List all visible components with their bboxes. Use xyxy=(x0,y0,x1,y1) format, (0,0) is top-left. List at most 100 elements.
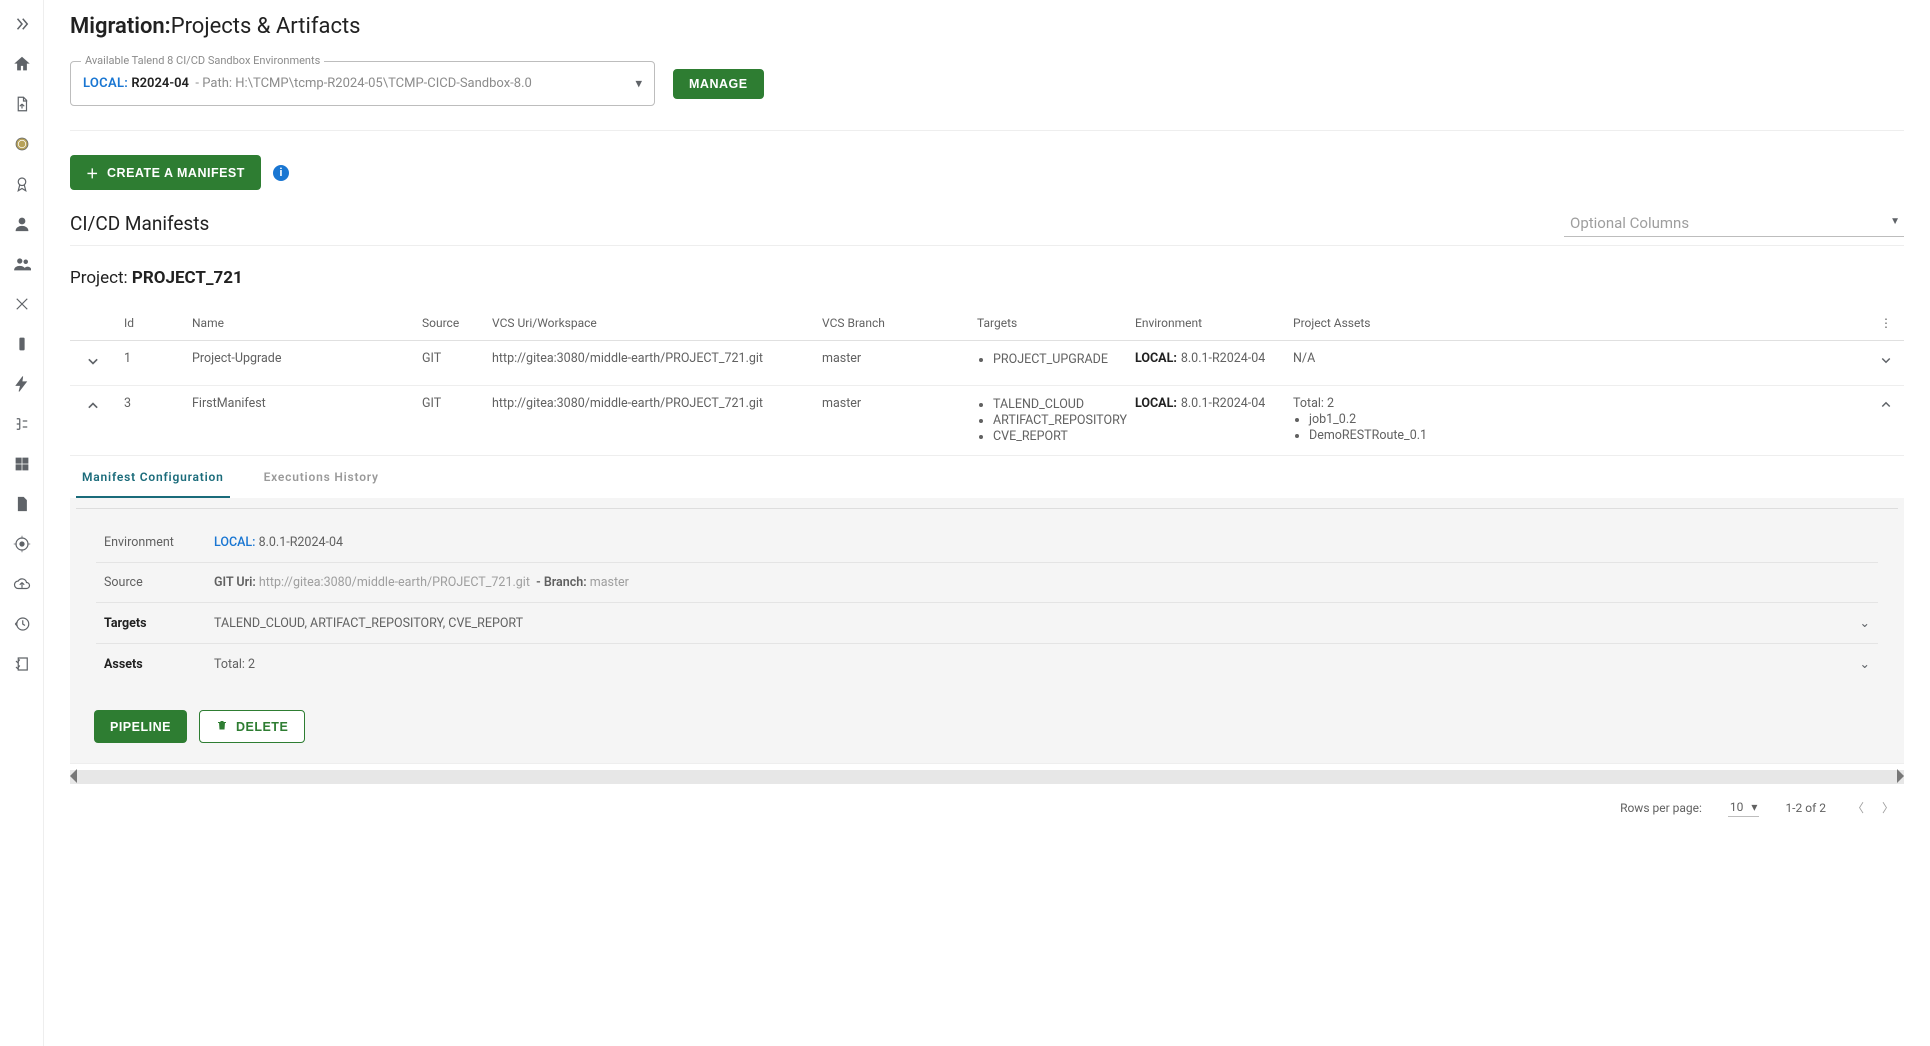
rows-per-page-select[interactable]: 10 ▾ xyxy=(1728,798,1760,817)
col-id[interactable]: Id xyxy=(116,306,184,341)
chevron-down-icon xyxy=(83,351,103,371)
row-collapse-arrow[interactable] xyxy=(1868,386,1904,456)
manifests-table: Id Name Source VCS Uri/Workspace VCS Bra… xyxy=(70,306,1904,764)
col-assets[interactable]: Project Assets xyxy=(1285,306,1868,341)
detail-label: Targets xyxy=(104,616,214,631)
expand-toggle[interactable] xyxy=(70,341,116,386)
page-title: Migration:Projects & Artifacts xyxy=(70,14,1904,39)
col-source[interactable]: Source xyxy=(414,306,484,341)
users-icon xyxy=(13,255,31,273)
prev-page-button[interactable]: 〈 xyxy=(1852,799,1864,816)
environment-selector[interactable]: Available Talend 8 CI/CD Sandbox Environ… xyxy=(70,61,655,106)
detail-rows: Environment LOCAL: 8.0.1-R2024-04 Source… xyxy=(76,508,1898,690)
cell-assets: Total: 2 job1_0.2 DemoRESTRoute_0.1 xyxy=(1285,386,1868,456)
chevron-up-icon xyxy=(1877,396,1895,414)
horizontal-scrollbar[interactable] xyxy=(70,770,1904,784)
project-id: PROJECT_721 xyxy=(132,268,243,288)
main-content: Migration:Projects & Artifacts Available… xyxy=(44,0,1930,1046)
pipeline-button[interactable]: Pipeline xyxy=(94,710,187,743)
create-manifest-row: ＋ Create a Manifest i xyxy=(70,141,1904,190)
cell-targets: PROJECT_UPGRADE xyxy=(969,341,1127,386)
detail-value: Total: 2 xyxy=(214,657,1860,672)
clock-icon xyxy=(13,615,31,633)
delete-button[interactable]: Delete xyxy=(199,710,305,743)
trash-icon xyxy=(216,719,228,734)
expanded-panel: Manifest Configuration Executions Histor… xyxy=(70,456,1904,764)
page-range: 1-2 of 2 xyxy=(1785,801,1826,815)
detail-actions: Pipeline Delete xyxy=(70,690,1904,763)
sidebar-coin[interactable] xyxy=(8,130,36,158)
col-name[interactable]: Name xyxy=(184,306,414,341)
asset-item: job1_0.2 xyxy=(1309,412,1860,427)
col-targets[interactable]: Targets xyxy=(969,306,1127,341)
cell-name: FirstManifest xyxy=(184,386,414,456)
award-icon xyxy=(13,175,31,193)
col-vcs-uri[interactable]: VCS Uri/Workspace xyxy=(484,306,814,341)
sidebar-home[interactable] xyxy=(8,50,36,78)
grid-icon xyxy=(13,455,31,473)
manifests-header: CI/CD Manifests Optional Columns ▼ xyxy=(70,210,1904,246)
sidebar-target[interactable] xyxy=(8,530,36,558)
file-icon xyxy=(13,495,31,513)
cell-targets: TALEND_CLOUD ARTIFACT_REPOSITORY CVE_REP… xyxy=(969,386,1127,456)
env-local-label: LOCAL: xyxy=(83,76,128,91)
sidebar-toggle[interactable] xyxy=(8,10,36,38)
sidebar-user[interactable] xyxy=(8,210,36,238)
tab-executions-history[interactable]: Executions History xyxy=(258,456,385,498)
manifests-table-wrap: Id Name Source VCS Uri/Workspace VCS Bra… xyxy=(70,306,1904,784)
cell-id: 3 xyxy=(116,386,184,456)
rows-per-page-label: Rows per page: xyxy=(1620,801,1702,815)
sidebar-grid[interactable] xyxy=(8,450,36,478)
env-path-label: - Path: xyxy=(195,76,232,91)
create-manifest-label: Create a Manifest xyxy=(107,166,245,180)
next-page-button[interactable]: 〉 xyxy=(1882,799,1894,816)
cell-source: GIT xyxy=(414,341,484,386)
sidebar-file[interactable] xyxy=(8,490,36,518)
cell-assets: N/A xyxy=(1285,341,1868,386)
expand-toggle[interactable] xyxy=(70,386,116,456)
sidebar-checklist[interactable] xyxy=(8,650,36,678)
tab-manifest-config[interactable]: Manifest Configuration xyxy=(76,456,230,498)
project-label: Project: xyxy=(70,268,128,288)
row-expand-arrow[interactable] xyxy=(1868,341,1904,386)
detail-targets[interactable]: Targets TALEND_CLOUD, ARTIFACT_REPOSITOR… xyxy=(96,603,1878,644)
sidebar-doc-import[interactable] xyxy=(8,90,36,118)
col-environment[interactable]: Environment xyxy=(1127,306,1285,341)
cell-vcs-uri: http://gitea:3080/middle-earth/PROJECT_7… xyxy=(484,386,814,456)
asset-item: DemoRESTRoute_0.1 xyxy=(1309,428,1860,443)
sidebar-cloud[interactable] xyxy=(8,570,36,598)
sidebar-award[interactable] xyxy=(8,170,36,198)
environment-legend: Available Talend 8 CI/CD Sandbox Environ… xyxy=(81,54,324,67)
optional-columns-select[interactable]: Optional Columns ▼ xyxy=(1564,210,1904,237)
sidebar-tools[interactable] xyxy=(8,290,36,318)
sidebar-tree[interactable] xyxy=(8,410,36,438)
chevron-down-icon: ⌄ xyxy=(1860,656,1870,672)
sidebar-history[interactable] xyxy=(8,610,36,638)
cell-source: GIT xyxy=(414,386,484,456)
detail-value: TALEND_CLOUD, ARTIFACT_REPOSITORY, CVE_R… xyxy=(214,616,1860,631)
chevrons-right-icon xyxy=(13,15,31,33)
detail-assets[interactable]: Assets Total: 2 ⌄ xyxy=(96,644,1878,684)
cell-vcs-branch: master xyxy=(814,386,969,456)
home-icon xyxy=(13,55,31,73)
rows-per-page-value: 10 xyxy=(1730,800,1744,814)
sidebar-migrate[interactable] xyxy=(8,330,36,358)
sidebar-bolt[interactable] xyxy=(8,370,36,398)
col-vcs-branch[interactable]: VCS Branch xyxy=(814,306,969,341)
user-icon xyxy=(13,215,31,233)
cloud-up-icon xyxy=(13,575,31,593)
env-path: H:\TCMP\tcmp-R2024-05\TCMP-CICD-Sandbox-… xyxy=(235,76,532,91)
detail-environment: Environment LOCAL: 8.0.1-R2024-04 xyxy=(96,523,1878,563)
info-icon[interactable]: i xyxy=(273,165,289,181)
sidebar-users[interactable] xyxy=(8,250,36,278)
cell-environment: LOCAL:8.0.1-R2024-04 xyxy=(1127,386,1285,456)
manage-button[interactable]: Manage xyxy=(673,69,764,99)
cell-vcs-branch: master xyxy=(814,341,969,386)
migrate-icon xyxy=(13,335,31,353)
assets-total: Total: 2 xyxy=(1293,396,1860,411)
target-item: PROJECT_UPGRADE xyxy=(993,352,1119,367)
optional-columns-placeholder: Optional Columns xyxy=(1570,214,1689,232)
create-manifest-button[interactable]: ＋ Create a Manifest xyxy=(70,155,261,190)
environment-value: LOCAL: R2024-04 - Path: H:\TCMP\tcmp-R20… xyxy=(83,76,532,91)
env-release: R2024-04 xyxy=(131,76,189,91)
